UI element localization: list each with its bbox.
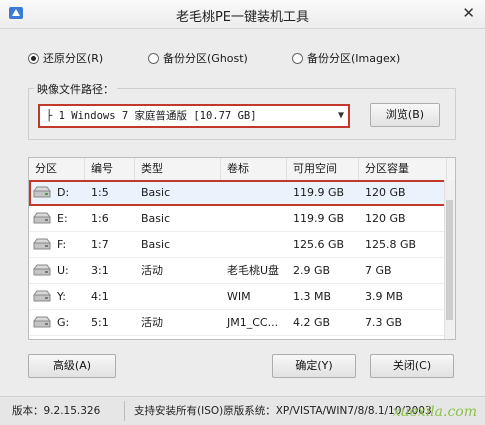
cell-type: Basic <box>141 238 171 251</box>
cell-label: WIM <box>227 290 251 303</box>
cell-free: 1.3 MB <box>293 290 332 303</box>
cell-size: 7.3 GB <box>365 316 403 329</box>
confirm-button[interactable]: 确定(Y) <box>272 354 356 378</box>
hard-drive-icon <box>33 290 51 302</box>
browse-button[interactable]: 浏览(B) <box>370 103 440 127</box>
cell-free: 125.6 GB <box>293 238 345 251</box>
cell-type: Basic <box>141 212 171 225</box>
cell-free: 119.9 GB <box>293 186 345 199</box>
table-row[interactable]: F: 1:7 Basic 125.6 GB 125.8 GB <box>29 232 455 258</box>
radio-backup-imagex[interactable]: 备份分区(Imagex) <box>292 50 400 66</box>
hard-drive-icon <box>33 316 51 328</box>
table-row[interactable]: Y: 4:1 WIM 1.3 MB 3.9 MB <box>29 284 455 310</box>
radio-restore[interactable]: 还原分区(R) <box>28 50 103 66</box>
title-bar: 老毛桃PE一键装机工具 ✕ <box>0 0 485 29</box>
cell-label <box>221 232 287 257</box>
partition-table: 分区 编号 类型 卷标 可用空间 分区容量 D: 1:5 Basic 119.9… <box>28 157 456 340</box>
table-row[interactable]: D: 1:5 Basic 119.9 GB 120 GB <box>29 180 455 206</box>
radio-dot-icon <box>28 52 39 64</box>
cell-drive: G: <box>57 316 70 329</box>
cell-type: Basic <box>141 186 171 199</box>
window-close-icon[interactable]: ✕ <box>462 4 475 22</box>
cell-drive: U: <box>57 264 69 277</box>
header-type[interactable]: 类型 <box>135 158 221 180</box>
cell-number: 1:6 <box>91 212 109 225</box>
cell-free: 4.2 GB <box>293 316 331 329</box>
close-button[interactable]: 关闭(C) <box>370 354 454 378</box>
header-capacity[interactable]: 分区容量 <box>359 158 447 180</box>
cell-drive: E: <box>57 212 68 225</box>
hard-drive-icon <box>33 238 51 250</box>
cell-size: 125.8 GB <box>365 238 417 251</box>
site-watermark: xuexila.com <box>392 404 477 420</box>
cell-number: 5:1 <box>91 316 109 329</box>
hard-drive-icon <box>33 212 51 224</box>
cell-type <box>135 284 221 309</box>
scroll-thumb[interactable] <box>446 200 453 320</box>
cell-type: 活动 <box>141 316 163 329</box>
status-divider <box>124 401 125 421</box>
window-title: 老毛桃PE一键装机工具 <box>175 10 310 25</box>
table-body: D: 1:5 Basic 119.9 GB 120 GB E: 1:6 Basi… <box>29 180 455 336</box>
hard-drive-icon <box>33 186 51 198</box>
cell-size: 7 GB <box>365 264 392 277</box>
image-path-value: ├ 1 Windows 7 家庭普通版 [10.77 GB] <box>46 110 257 122</box>
usb-drive-icon <box>33 264 51 276</box>
cell-drive: F: <box>57 238 67 251</box>
radio-backup-ghost[interactable]: 备份分区(Ghost) <box>148 50 248 66</box>
cell-drive: D: <box>57 186 70 199</box>
cell-size: 3.9 MB <box>365 290 404 303</box>
header-number[interactable]: 编号 <box>85 158 135 180</box>
cell-label <box>221 206 287 231</box>
image-path-select[interactable]: ├ 1 Windows 7 家庭普通版 [10.77 GB] ▼ <box>38 104 350 128</box>
table-header: 分区 编号 类型 卷标 可用空间 分区容量 <box>29 158 455 181</box>
image-path-label: 映像文件路径： <box>34 81 117 97</box>
radio-dot-icon <box>292 52 303 64</box>
cell-size: 120 GB <box>365 212 406 225</box>
cell-drive: Y: <box>57 290 66 303</box>
cell-label <box>221 180 287 205</box>
cell-number: 1:7 <box>91 238 109 251</box>
header-partition[interactable]: 分区 <box>29 158 85 180</box>
radio-backup-ghost-label: 备份分区(Ghost) <box>163 52 248 65</box>
table-scrollbar[interactable] <box>444 180 455 339</box>
table-row[interactable]: G: 5:1 活动 JM1_CC... 4.2 GB 7.3 GB <box>29 310 455 336</box>
cell-size: 120 GB <box>365 186 406 199</box>
cell-label: JM1_CC... <box>227 316 279 329</box>
cell-label: 老毛桃U盘 <box>227 264 280 277</box>
cell-free: 2.9 GB <box>293 264 331 277</box>
radio-dot-icon <box>148 52 159 64</box>
cell-free: 119.9 GB <box>293 212 345 225</box>
cell-number: 3:1 <box>91 264 109 277</box>
advanced-button[interactable]: 高级(A) <box>28 354 116 378</box>
cell-number: 4:1 <box>91 290 109 303</box>
cell-number: 1:5 <box>91 186 109 199</box>
radio-backup-imagex-label: 备份分区(Imagex) <box>307 52 401 65</box>
radio-restore-label: 还原分区(R) <box>43 52 104 65</box>
chevron-down-icon: ▼ <box>337 110 344 121</box>
header-label[interactable]: 卷标 <box>221 158 287 180</box>
table-row[interactable]: U: 3:1 活动 老毛桃U盘 2.9 GB 7 GB <box>29 258 455 284</box>
header-free-space[interactable]: 可用空间 <box>287 158 359 180</box>
table-row[interactable]: E: 1:6 Basic 119.9 GB 120 GB <box>29 206 455 232</box>
version-text: 版本：9.2.15.326 <box>12 405 101 417</box>
cell-type: 活动 <box>141 264 163 277</box>
